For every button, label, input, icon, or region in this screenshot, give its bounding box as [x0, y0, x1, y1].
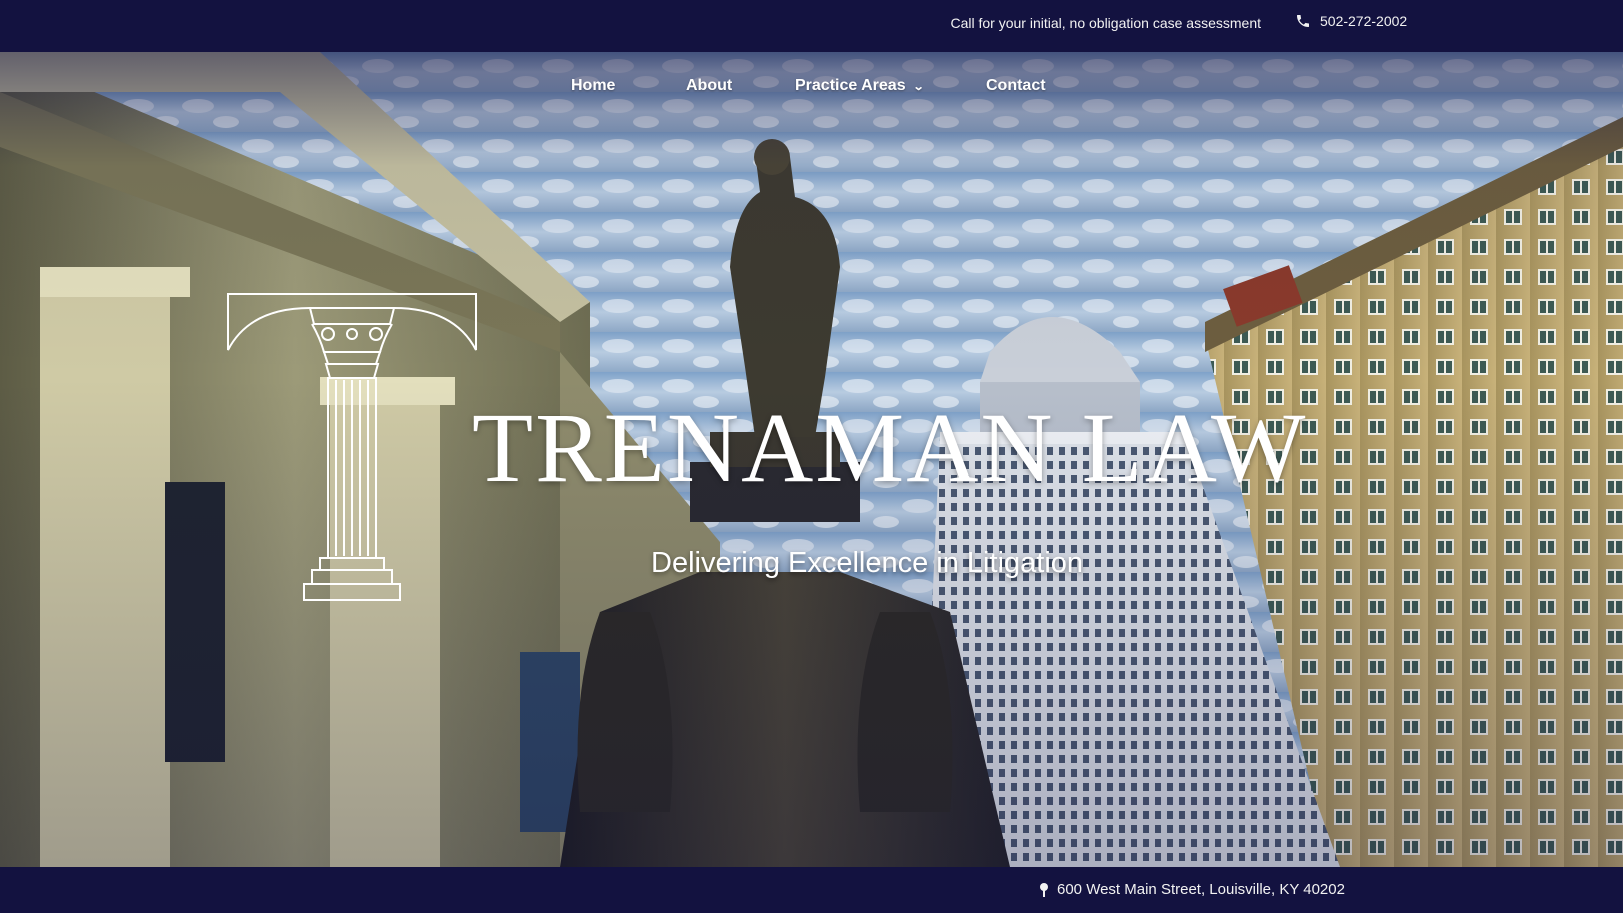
nav-item-practice-areas[interactable]: Practice Areas ⌄	[795, 77, 925, 95]
address-text: 600 West Main Street, Louisville, KY 402…	[1057, 881, 1345, 898]
chevron-down-icon: ⌄	[912, 80, 925, 93]
phone-number: 502-272-2002	[1320, 13, 1408, 29]
nav-item-label: Practice Areas	[795, 77, 906, 94]
brand-name: TRENAMAN LAW	[472, 392, 1308, 503]
address-link[interactable]: 600 West Main Street, Louisville, KY 402…	[1039, 881, 1345, 898]
column-icon	[224, 290, 480, 609]
top-bar: Call for your initial, no obligation cas…	[0, 0, 1623, 52]
phone-icon	[1295, 13, 1311, 29]
nav-item-about[interactable]: About	[686, 77, 732, 95]
nav-item-home[interactable]: Home	[571, 77, 615, 95]
hero-section: Home About Practice Areas ⌄ Contact TREN…	[0, 52, 1623, 867]
case-assessment-text: Call for your initial, no obligation cas…	[950, 15, 1262, 31]
bottom-bar: 600 West Main Street, Louisville, KY 402…	[0, 867, 1623, 913]
phone-link[interactable]: 502-272-2002	[1295, 13, 1407, 29]
nav-item-contact[interactable]: Contact	[986, 77, 1046, 95]
tagline: Delivering Excellence in Litigation	[651, 547, 1084, 579]
map-pin-icon	[1039, 882, 1049, 897]
